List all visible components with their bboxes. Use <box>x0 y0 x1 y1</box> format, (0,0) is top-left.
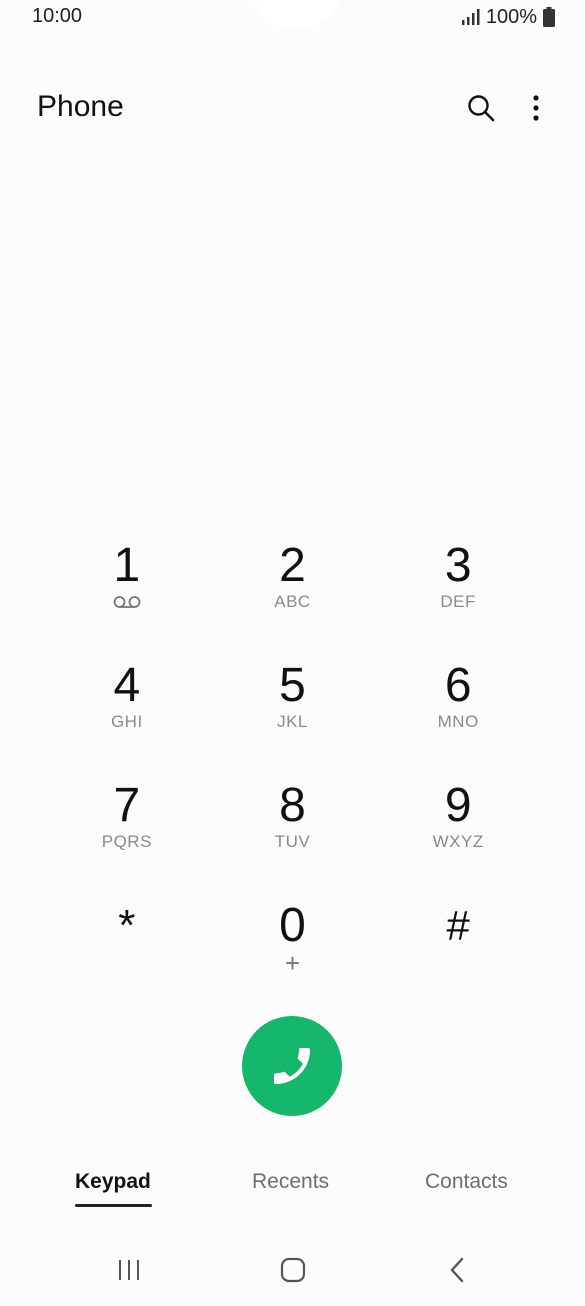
key-8[interactable]: 8 TUV <box>210 770 376 890</box>
key-7[interactable]: 7 PQRS <box>44 770 210 890</box>
key-plus: + <box>284 948 301 978</box>
key-digit: 8 <box>279 779 306 832</box>
key-6[interactable]: 6 MNO <box>375 650 541 770</box>
status-time: 10:00 <box>32 5 83 27</box>
battery-percentage: 100% <box>485 5 537 28</box>
key-letters: GHI <box>110 712 143 731</box>
key-4[interactable]: 4 GHI <box>44 650 210 770</box>
key-3[interactable]: 3 DEF <box>375 530 541 650</box>
recent-apps-icon <box>119 1260 139 1280</box>
dial-keypad: 1 2 ABC 3 DEF 4 GHI 5 JKL 6 MNO 7 PQRS 8… <box>44 530 541 1010</box>
key-digit: 5 <box>279 659 306 712</box>
key-5[interactable]: 5 JKL <box>210 650 376 770</box>
key-digit: * <box>118 901 136 950</box>
key-digit: 7 <box>113 779 141 832</box>
home-icon <box>280 1257 306 1283</box>
tab-recents[interactable]: Recents <box>252 1170 329 1194</box>
more-options-button[interactable] <box>516 86 556 130</box>
voicemail-icon <box>113 596 141 608</box>
key-digit: 0 <box>279 899 306 952</box>
key-digit: 4 <box>113 659 141 712</box>
page-title: Phone <box>37 90 124 123</box>
key-letters: MNO <box>437 712 479 731</box>
key-hash[interactable]: # <box>375 890 541 1010</box>
key-letters: WXYZ <box>432 832 484 851</box>
key-letters: TUV <box>274 832 311 851</box>
key-2[interactable]: 2 ABC <box>210 530 376 650</box>
key-star[interactable]: * <box>44 890 210 1010</box>
status-bar: 10:00 100% <box>0 0 585 36</box>
status-indicators: 100% <box>461 5 555 29</box>
key-letters: ABC <box>274 592 311 611</box>
recent-apps-button[interactable] <box>104 1250 154 1290</box>
bottom-tabs: Keypad Recents Contacts <box>0 1170 585 1218</box>
call-button[interactable] <box>242 1016 342 1116</box>
system-nav-bar <box>0 1240 585 1300</box>
key-digit: 6 <box>444 659 472 712</box>
key-9[interactable]: 9 WXYZ <box>375 770 541 890</box>
phone-screen: 10:00 100% Phone 1 2 ABC 3 DEF 4 GHI 5 J… <box>0 0 585 1306</box>
battery-icon <box>543 7 555 27</box>
key-1[interactable]: 1 <box>44 530 210 650</box>
back-button[interactable] <box>432 1250 482 1290</box>
camera-notch <box>252 0 342 30</box>
phone-icon <box>274 1048 310 1084</box>
more-options-icon <box>533 95 539 121</box>
signal-icon <box>461 9 480 25</box>
search-icon <box>468 95 495 122</box>
key-letters: DEF <box>440 592 476 611</box>
tab-keypad[interactable]: Keypad <box>75 1170 151 1194</box>
key-digit: 2 <box>279 539 306 592</box>
key-digit: 9 <box>444 779 472 832</box>
key-digit: # <box>446 902 470 949</box>
active-tab-indicator <box>75 1204 152 1207</box>
key-digit: 1 <box>113 539 141 592</box>
key-letters: PQRS <box>101 832 152 851</box>
key-digit: 3 <box>444 539 472 592</box>
tab-contacts[interactable]: Contacts <box>425 1170 508 1194</box>
back-icon <box>450 1257 464 1283</box>
key-0[interactable]: 0 + <box>210 890 376 1010</box>
key-letters: JKL <box>277 712 308 731</box>
search-button[interactable] <box>461 86 501 130</box>
home-button[interactable] <box>268 1250 318 1290</box>
